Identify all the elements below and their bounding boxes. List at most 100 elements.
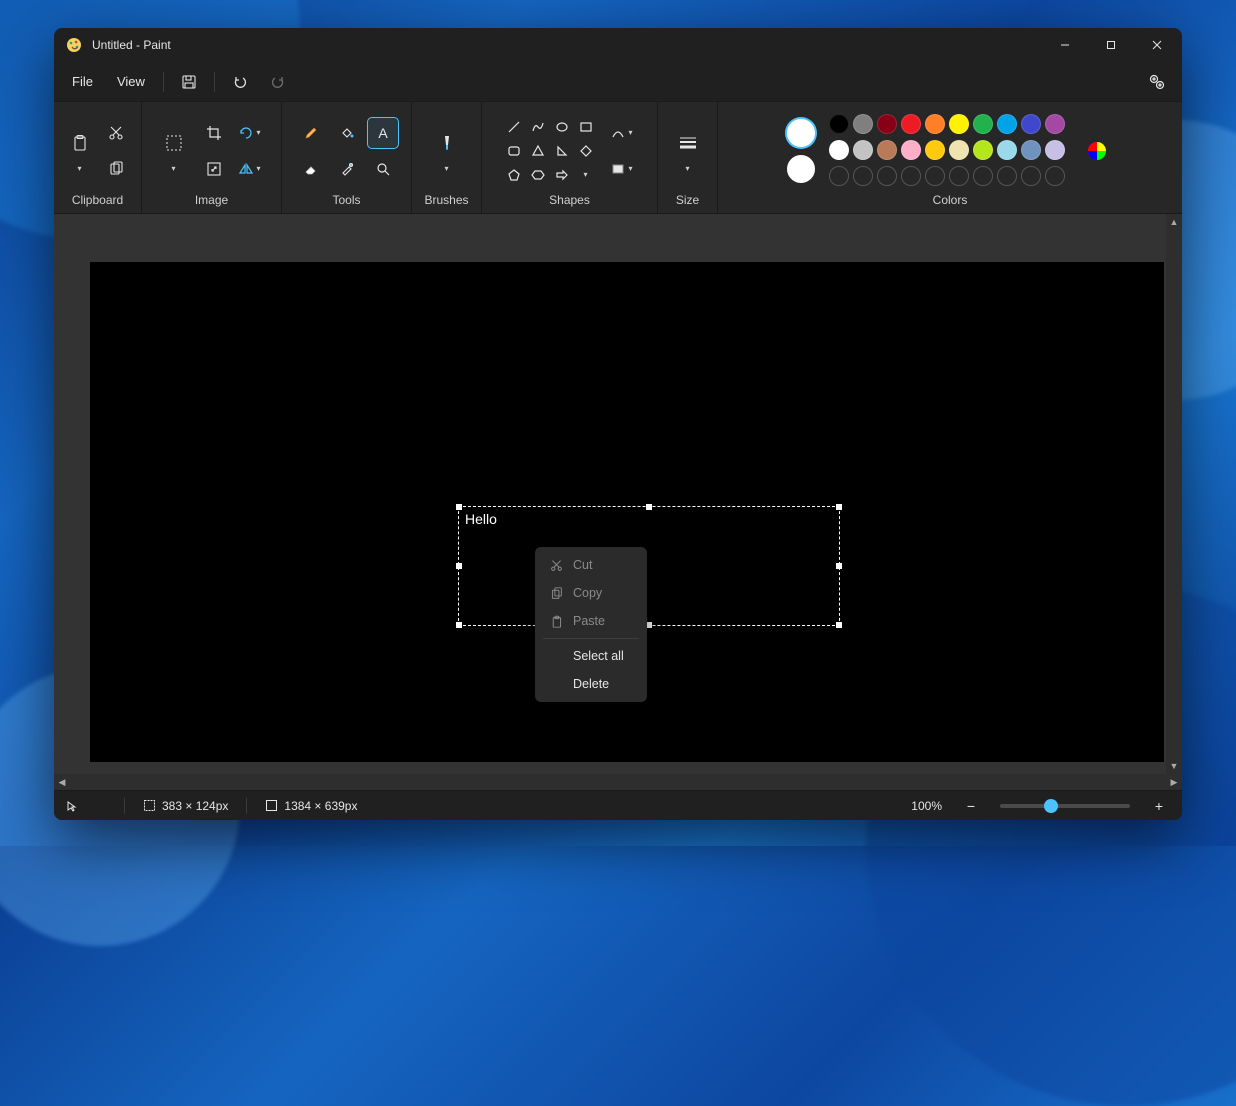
crop-button[interactable] <box>199 118 229 148</box>
color2-swatch[interactable] <box>787 155 815 183</box>
color-swatch[interactable] <box>853 114 873 134</box>
context-paste[interactable]: Paste <box>535 607 647 635</box>
zoom-in-button[interactable]: + <box>1148 795 1170 817</box>
diamond-shape[interactable] <box>575 140 597 162</box>
flip-button[interactable]: ▾ <box>235 154 265 184</box>
custom-color-slot[interactable] <box>829 166 849 186</box>
resize-handle-ne[interactable] <box>836 504 842 510</box>
custom-color-slot[interactable] <box>1021 166 1041 186</box>
rect-shape[interactable] <box>575 116 597 138</box>
close-button[interactable] <box>1134 29 1180 61</box>
custom-color-slot[interactable] <box>925 166 945 186</box>
context-cut[interactable]: Cut <box>535 551 647 579</box>
menu-view[interactable]: View <box>107 68 155 95</box>
polygon-shape[interactable] <box>527 140 549 162</box>
custom-color-slot[interactable] <box>853 166 873 186</box>
color-swatch[interactable] <box>829 140 849 160</box>
fill-tool[interactable] <box>332 118 362 148</box>
color-swatch[interactable] <box>853 140 873 160</box>
color-swatch[interactable] <box>1021 114 1041 134</box>
context-copy[interactable]: Copy <box>535 579 647 607</box>
select-tool[interactable] <box>159 128 189 158</box>
pentagon-shape[interactable] <box>503 164 525 186</box>
color-swatch[interactable] <box>877 114 897 134</box>
shapes-gallery[interactable]: ▾ <box>503 116 597 186</box>
hexagon-shape[interactable] <box>527 164 549 186</box>
custom-color-slot[interactable] <box>997 166 1017 186</box>
chevron-down-icon[interactable]: ▾ <box>444 164 448 173</box>
color-swatch[interactable] <box>925 140 945 160</box>
shape-outline-button[interactable]: ▾ <box>607 118 637 148</box>
righttri-shape[interactable] <box>551 140 573 162</box>
vertical-scrollbar[interactable]: ▲▼ <box>1166 214 1182 774</box>
paste-button[interactable] <box>65 128 95 158</box>
scroll-left-icon[interactable]: ◀ <box>54 774 70 790</box>
chevron-down-icon[interactable]: ▾ <box>171 164 175 173</box>
color-swatch[interactable] <box>877 140 897 160</box>
minimize-button[interactable] <box>1042 29 1088 61</box>
chevron-down-icon[interactable]: ▾ <box>77 164 81 173</box>
zoom-slider[interactable] <box>1000 804 1130 808</box>
canvas[interactable]: Hello Cut Copy <box>90 262 1164 762</box>
resize-handle-e[interactable] <box>836 563 842 569</box>
roundrect-shape[interactable] <box>503 140 525 162</box>
custom-color-slot[interactable] <box>1045 166 1065 186</box>
curve-shape[interactable] <box>527 116 549 138</box>
color-swatch[interactable] <box>997 140 1017 160</box>
color-swatch[interactable] <box>1045 140 1065 160</box>
resize-handle-se[interactable] <box>836 622 842 628</box>
resize-handle-n[interactable] <box>646 504 652 510</box>
line-shape[interactable] <box>503 116 525 138</box>
context-delete[interactable]: Delete <box>535 670 647 698</box>
color1-swatch[interactable] <box>787 119 815 147</box>
rotate-button[interactable]: ▾ <box>235 118 265 148</box>
menu-file[interactable]: File <box>62 68 103 95</box>
arrow-right-shape[interactable] <box>551 164 573 186</box>
resize-handle-nw[interactable] <box>456 504 462 510</box>
scroll-down-icon[interactable]: ▼ <box>1166 758 1182 774</box>
custom-color-slot[interactable] <box>901 166 921 186</box>
color-swatch[interactable] <box>1045 114 1065 134</box>
text-tool[interactable]: A <box>368 118 398 148</box>
save-button[interactable] <box>172 67 206 97</box>
chevron-down-icon[interactable]: ▾ <box>685 164 689 173</box>
scroll-right-icon[interactable]: ▶ <box>1166 774 1182 790</box>
color-swatch[interactable] <box>901 114 921 134</box>
color-swatch[interactable] <box>829 114 849 134</box>
resize-button[interactable] <box>199 154 229 184</box>
undo-button[interactable] <box>223 67 257 97</box>
custom-color-slot[interactable] <box>877 166 897 186</box>
pencil-tool[interactable] <box>296 118 326 148</box>
color-swatch[interactable] <box>973 140 993 160</box>
copy-button[interactable] <box>101 154 131 184</box>
oval-shape[interactable] <box>551 116 573 138</box>
magnifier-tool[interactable] <box>368 154 398 184</box>
resize-handle-sw[interactable] <box>456 622 462 628</box>
custom-color-slot[interactable] <box>973 166 993 186</box>
resize-handle-w[interactable] <box>456 563 462 569</box>
edit-colors-button[interactable] <box>1081 135 1113 167</box>
color-swatch[interactable] <box>973 114 993 134</box>
horizontal-scrollbar[interactable]: ◀▶ <box>54 774 1182 790</box>
color-swatch[interactable] <box>901 140 921 160</box>
context-select-all[interactable]: Select all <box>535 642 647 670</box>
brush-tool[interactable] <box>432 128 462 158</box>
eraser-tool[interactable] <box>296 154 326 184</box>
color-swatch[interactable] <box>949 114 969 134</box>
shape-fill-button[interactable]: ▾ <box>607 154 637 184</box>
text-box[interactable]: Hello <box>458 506 840 626</box>
color-swatch[interactable] <box>949 140 969 160</box>
scroll-up-icon[interactable]: ▲ <box>1166 214 1182 230</box>
maximize-button[interactable] <box>1088 29 1134 61</box>
custom-color-slot[interactable] <box>949 166 969 186</box>
redo-button[interactable] <box>261 67 295 97</box>
color-swatch[interactable] <box>997 114 1017 134</box>
zoom-thumb[interactable] <box>1044 799 1058 813</box>
zoom-out-button[interactable]: − <box>960 795 982 817</box>
color-swatch[interactable] <box>925 114 945 134</box>
settings-button[interactable] <box>1140 67 1174 97</box>
more-shapes[interactable]: ▾ <box>575 164 597 186</box>
cut-button[interactable] <box>101 118 131 148</box>
picker-tool[interactable] <box>332 154 362 184</box>
color-swatch[interactable] <box>1021 140 1041 160</box>
